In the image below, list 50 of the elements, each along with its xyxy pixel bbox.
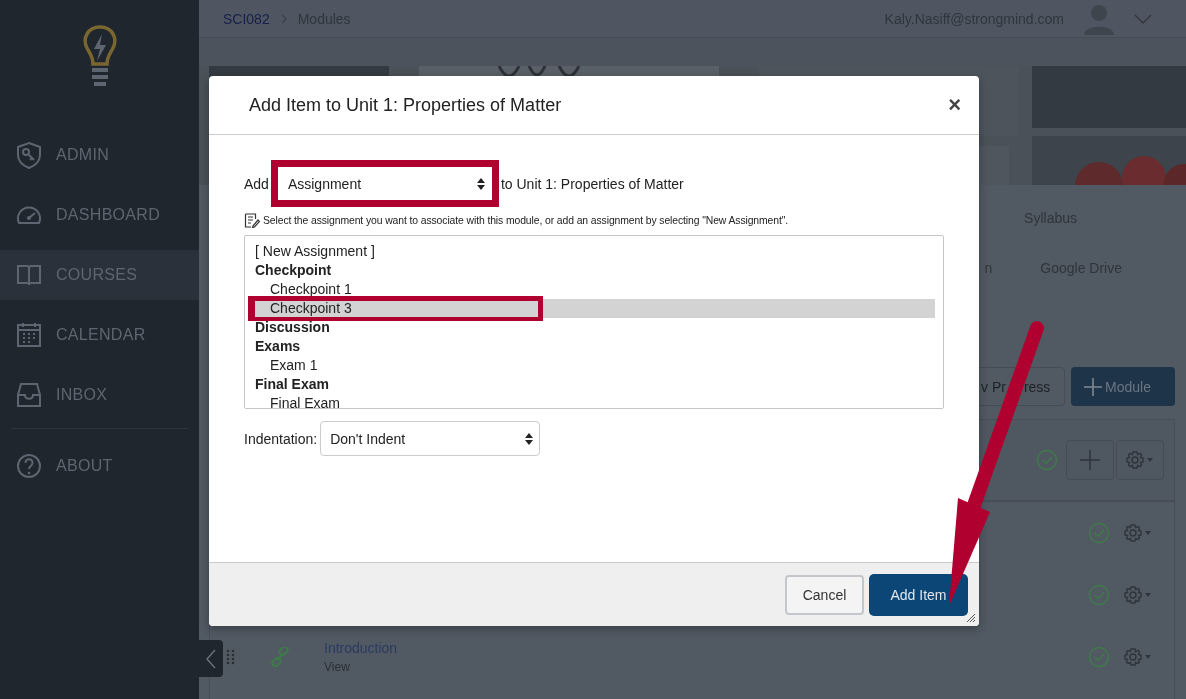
updown-caret-icon [525,431,534,446]
inbox-tray-icon [16,381,42,409]
list-group-label: Final Exam [254,375,330,394]
cancel-button[interactable]: Cancel [785,574,864,615]
updown-caret-icon [476,176,485,191]
indentation-label: Indentation: [244,430,318,447]
add-target-label: to Unit 1: Properties of Matter [500,175,684,192]
collapse-sidebar-button[interactable] [199,640,223,677]
resize-grip-icon [966,613,976,623]
settings-menu-button[interactable] [1124,523,1152,543]
settings-icon [1126,450,1154,470]
list-group-label: Checkpoint [254,261,333,280]
settings-icon [1124,585,1152,605]
add-label: Add [244,175,269,192]
indentation-select[interactable]: Don't Indent [320,421,541,456]
chevron-left-icon [206,648,216,669]
edit-note-icon [244,212,260,228]
list-group-label: Exams [254,337,302,356]
close-button[interactable]: × [944,92,965,118]
list-group-label: Discussion [254,318,331,337]
list-option[interactable]: Exam 1 [250,356,935,375]
plus-icon [1083,376,1103,397]
settings-menu-button[interactable] [1124,647,1152,667]
nav-item[interactable]: DASHBOARD [0,190,199,240]
drag-handle-icon [226,649,236,665]
settings-menu-button[interactable] [1116,440,1164,480]
add-item-button[interactable] [1066,440,1114,480]
nav-item[interactable]: ADMIN [0,130,199,180]
assignment-list[interactable]: [ New Assignment ] Checkpoint Checkpoint 1 Checkpoint 3 Discussion Exams Exam 1 Final Exam Final Exam [244,235,944,409]
list-option[interactable]: [ New Assignment ] [250,242,935,261]
calendar-icon [16,321,42,349]
nav-item[interactable]: INBOX [0,370,199,420]
chevron-down-icon [1134,13,1152,24]
list-option[interactable]: Final Exam [250,394,935,408]
settings-icon [1124,647,1152,667]
instruction-text: Select the assignment you want to associate with this module, or add an assignment by selecting "New Assignment". [263,214,789,226]
dialog-title: Add Item to Unit 1: Properties of Matter [249,94,562,116]
help-icon [16,452,42,480]
add-module-button[interactable]: Module [1071,367,1175,406]
chain-link-icon [270,647,290,667]
list-option[interactable]: Checkpoint 1 [250,280,935,299]
nav-item[interactable]: CALENDAR [0,310,199,360]
user-menu-button[interactable] [1134,13,1152,24]
shield-key-icon [16,141,42,169]
settings-menu-button[interactable] [1124,585,1152,605]
breadcrumb-link[interactable]: SCI082 [223,10,270,27]
settings-icon [1124,523,1152,543]
plus-icon [1079,449,1101,471]
nav-item[interactable]: ABOUT [0,441,199,491]
add-item-button[interactable]: Add Item [870,574,967,615]
